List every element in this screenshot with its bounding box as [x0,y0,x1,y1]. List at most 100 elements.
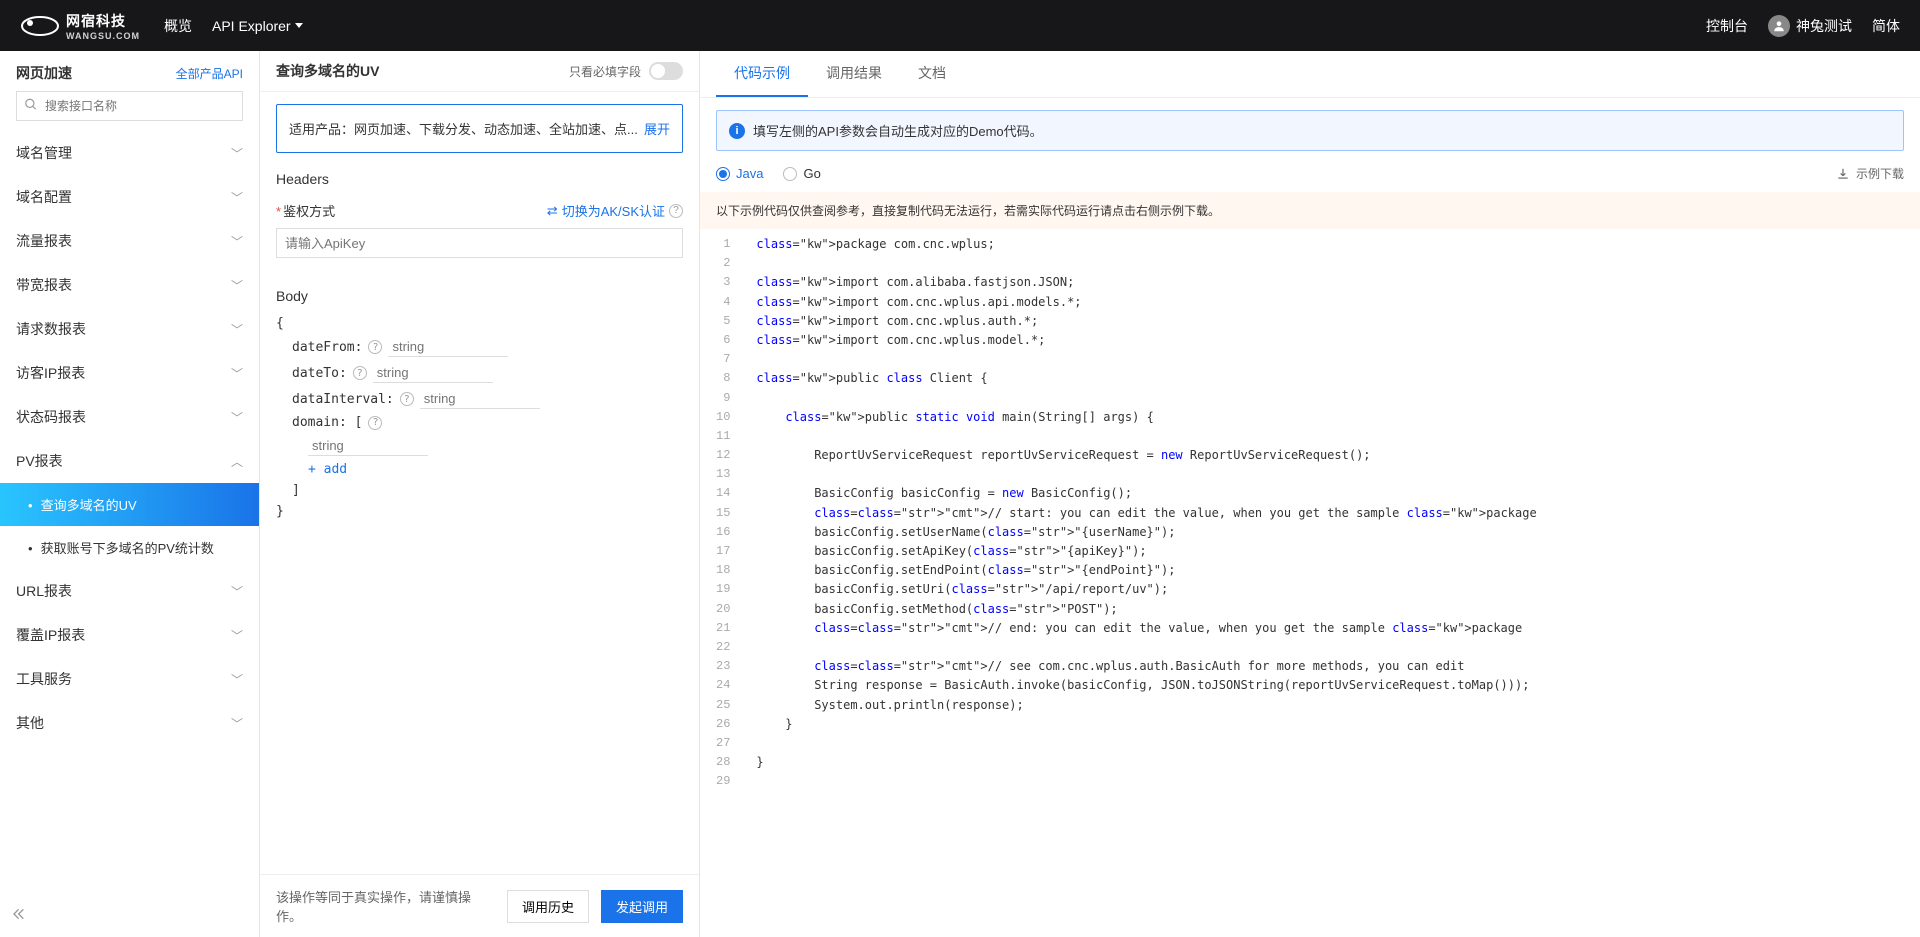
logo[interactable]: 网宿科技 WANGSU.COM [20,11,140,41]
sidebar-subitem[interactable]: 获取账号下多域名的PV统计数 [0,526,259,569]
download-icon [1836,167,1850,181]
collapse-sidebar-button[interactable] [10,906,26,927]
params-header: 查询多域名的UV 只看必填字段 [260,51,699,92]
lang-switch[interactable]: 简体 [1872,16,1900,36]
info-icon: i [729,123,745,139]
domain-item-input[interactable] [308,436,428,456]
logo-text: 网宿科技 [66,11,140,31]
line-gutter: 1234567891011121314151617181920212223242… [700,229,740,937]
nav-item[interactable]: 域名配置 ﹀ [0,175,259,219]
topbar-right: 控制台 神兔测试 简体 [1706,15,1900,37]
add-button[interactable]: + add [308,462,347,477]
code-content: class="kw">package com.cnc.wplus; class=… [740,229,1552,937]
body-form: { dateFrom: ? dateTo: ? dataInterval: [260,316,699,541]
datainterval-input[interactable] [420,389,540,409]
switch-auth-link[interactable]: ⇄ 切换为AK/SK认证 ? [547,201,683,220]
headers-form: 鉴权方式 ⇄ 切换为AK/SK认证 ? [260,201,699,282]
nav-item[interactable]: 状态码报表﹀ [0,395,259,439]
nav-item[interactable]: 请求数报表 ﹀ [0,307,259,351]
lang-row: Java Go 示例下载 [700,159,1920,192]
radio-go[interactable]: Go [783,166,820,181]
nav-item[interactable]: 访客IP报表 ﹀ [0,351,259,395]
pv-sublist: 查询多域名的UV获取账号下多域名的PV统计数 [0,483,259,569]
logo-subtext: WANGSU.COM [66,31,140,41]
nav-item[interactable]: 流量报表﹀ [0,219,259,263]
download-sample-link[interactable]: 示例下载 [1836,165,1904,182]
invoke-button[interactable]: 发起调用 [601,890,683,923]
swap-icon: ⇄ [547,203,558,219]
nav-label: 域名管理 [16,143,72,163]
console-link[interactable]: 控制台 [1706,16,1748,36]
help-icon[interactable]: ? [400,392,414,406]
api-title: 查询多域名的UV [276,61,379,81]
tab-doc[interactable]: 文档 [900,51,964,97]
info-box: i 填写左侧的API参数会自动生成对应的Demo代码。 [716,110,1904,151]
nav-label: 访客IP报表 [16,363,85,383]
topbar: 网宿科技 WANGSU.COM 概览 API Explorer 控制台 神兔测试… [0,0,1920,51]
param-key: dataInterval: [292,392,394,407]
radio-icon [783,167,797,181]
params-panel: 查询多域名的UV 只看必填字段 适用产品：网页加速、下载分发、动态加速、全站加速… [260,51,700,937]
user-menu[interactable]: 神兔测试 [1768,15,1852,37]
dateto-input[interactable] [373,363,493,383]
chevron-down-icon: ﹀ [231,715,243,732]
nav-api-explorer[interactable]: API Explorer [212,18,303,34]
param-key: domain: [ [292,415,362,430]
tab-result[interactable]: 调用结果 [808,51,900,97]
topbar-left: 网宿科技 WANGSU.COM 概览 API Explorer [20,11,303,41]
radio-icon [716,167,730,181]
call-history-button[interactable]: 调用历史 [507,890,589,923]
nav-label: 域名配置 [16,187,72,207]
nav-groups-2: URL报表﹀覆盖IP报表﹀工具服务﹀ 其他 ﹀ [0,569,259,745]
param-key: dateTo: [292,366,347,381]
radio-java[interactable]: Java [716,166,763,181]
nav-label: 流量报表 [16,231,72,251]
params-footer: 该操作等同于真实操作，请谨慎操作。 调用历史 发起调用 [260,874,699,937]
all-products-api-link[interactable]: 全部产品API [176,65,243,82]
nav-item[interactable]: 带宽报表 ﹀ [0,263,259,307]
param-key: dateFrom: [292,340,362,355]
avatar-icon [1768,15,1790,37]
sidebar-subitem[interactable]: 查询多域名的UV [0,483,259,526]
nav-list: 域名管理﹀域名配置﹀流量报表﹀带宽报表﹀请求数报表﹀访客IP报表﹀状态码报表﹀ … [0,131,259,937]
required-only-toggle[interactable]: 只看必填字段 [569,62,683,80]
nav-label: 带宽报表 [16,275,72,295]
sidebar: 网页加速 全部产品API 域名管理﹀域名配置﹀流量报表﹀带宽报表﹀请求数报表﹀访… [0,51,260,937]
expand-link[interactable]: 展开 [644,119,670,138]
nav-item[interactable]: 工具服务﹀ [0,657,259,701]
nav-label: 请求数报表 [16,319,86,339]
nav-item[interactable]: 域名管理﹀ [0,131,259,175]
chevron-down-icon: ﹀ [231,365,243,382]
nav-item[interactable]: 覆盖IP报表﹀ [0,613,259,657]
datefrom-input[interactable] [388,337,508,357]
code-area[interactable]: 1234567891011121314151617181920212223242… [700,229,1920,937]
info-text: 填写左侧的API参数会自动生成对应的Demo代码。 [753,121,1043,140]
help-icon[interactable]: ? [353,366,367,380]
radio-label: Java [736,166,763,181]
nav-overview[interactable]: 概览 [164,16,192,36]
chevron-down-icon: ﹀ [231,189,243,206]
nav-item[interactable]: 其他 ﹀ [0,701,259,745]
search-input[interactable] [16,91,243,121]
help-icon[interactable]: ? [368,416,382,430]
result-tabs: 代码示例 调用结果 文档 [700,51,1920,98]
applicable-products-box: 适用产品：网页加速、下载分发、动态加速、全站加速、点... 展开 [276,104,683,153]
tab-code[interactable]: 代码示例 [716,51,808,97]
chevron-down-icon: ﹀ [231,277,243,294]
body-section-title: Body [260,282,699,310]
apikey-input[interactable] [276,228,683,258]
nav-item-pv[interactable]: PV报表 ︿ [0,439,259,483]
chevron-down-icon: ﹀ [231,409,243,426]
search-icon [24,98,38,115]
nav-label: PV报表 [16,451,63,471]
nav-label: 覆盖IP报表 [16,625,85,645]
help-icon[interactable]: ? [368,340,382,354]
nav-item[interactable]: URL报表﹀ [0,569,259,613]
chevron-down-icon: ﹀ [231,321,243,338]
switch-auth-label: 切换为AK/SK认证 [562,201,665,220]
help-icon[interactable]: ? [669,204,683,218]
chevron-down-icon [295,23,303,28]
nav-label: 其他 [16,713,44,733]
auth-label: 鉴权方式 [276,201,346,220]
warn-bar: 以下示例代码仅供查阅参考，直接复制代码无法运行，若需实际代码运行请点击右侧示例下… [700,192,1920,229]
